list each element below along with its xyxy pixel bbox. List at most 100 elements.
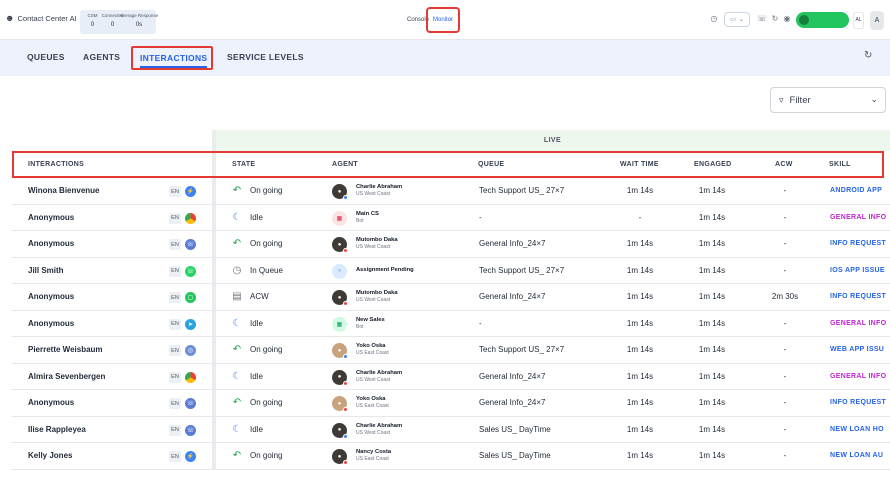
- idle-icon: ☾: [232, 317, 242, 329]
- agent-name: Main CS: [356, 210, 379, 217]
- agent-name: Mutombo Daka: [356, 290, 398, 297]
- skill-tag[interactable]: WEB APP ISSU: [830, 337, 890, 363]
- customer-name[interactable]: Anonymous: [28, 390, 74, 416]
- ongoing-icon: ↶: [232, 185, 242, 197]
- customer-name[interactable]: Anonymous: [28, 311, 74, 337]
- agent-info[interactable]: Yoko Oska US East Coast: [356, 390, 389, 416]
- table-row[interactable]: Anonymous EN ☾ Idle ▦ Main CS Bot - - 1m 14s - GENE…: [12, 205, 890, 231]
- stats-panel: CSM 0 Connected 0 Average Response 0s: [80, 10, 158, 34]
- agent-avatar: ●: [332, 396, 348, 412]
- avatar[interactable]: A: [870, 11, 884, 30]
- skill-tag[interactable]: INFO REQUEST: [830, 390, 890, 416]
- language-badge: EN: [169, 398, 181, 409]
- col-header-acw[interactable]: ACW: [775, 161, 793, 168]
- agent-info[interactable]: Mutombo Daka US West Coast: [356, 231, 398, 257]
- agent-info[interactable]: Main CS Bot: [356, 205, 379, 231]
- table-row[interactable]: Ilise Rappleyea EN ☏ ☾ Idle ● Charlie Abraham U…: [12, 417, 890, 443]
- filter-label: Filter: [789, 94, 811, 106]
- table-row[interactable]: Anonymous EN ☏ ↶ On going ● Yoko Oska US East C…: [12, 390, 890, 417]
- skill-tag[interactable]: INFO REQUEST: [830, 284, 890, 310]
- skill-tag[interactable]: ANDROID APP: [830, 178, 890, 204]
- engaged-time: 1m 14s: [698, 345, 726, 355]
- agent-info[interactable]: Charlie Abraham US West Coast: [356, 178, 402, 204]
- acw-time: -: [783, 371, 787, 381]
- agent-status-dot: [343, 195, 348, 200]
- skill-tag[interactable]: GENERAL INFO: [830, 311, 890, 337]
- messenger-channel-icon: ⚡: [185, 451, 196, 462]
- timer-icon[interactable]: ◷: [709, 14, 719, 24]
- skill-tag[interactable]: NEW LOAN AU: [830, 443, 890, 469]
- agent-avatar: ●: [332, 184, 348, 200]
- col-header-wait-time[interactable]: WAIT TIME: [620, 161, 659, 168]
- acw-time: -: [783, 451, 787, 461]
- agent-info[interactable]: Mutombo Daka US West Coast: [356, 284, 398, 310]
- tab-queues[interactable]: QUEUES: [27, 52, 65, 62]
- customer-name[interactable]: Anonymous: [28, 231, 74, 257]
- availability-status-toggle[interactable]: [796, 12, 849, 28]
- monitor-mode-link[interactable]: Monitor: [426, 7, 460, 33]
- table-row[interactable]: Jill Smith EN ☏ ◷ In Queue ● Assignment Pendin…: [12, 258, 890, 284]
- col-header-agent[interactable]: AGENT: [332, 161, 358, 168]
- table-row[interactable]: Kelly Jones EN ⚡ ↶ On going ● Nancy Costa US Ea…: [12, 443, 890, 470]
- language-selector[interactable]: AL: [853, 12, 864, 29]
- agent-info[interactable]: Assignment Pending: [356, 258, 414, 284]
- monitor-mode-label: Monitor: [432, 17, 453, 23]
- agent-name: Charlie Abraham: [356, 369, 403, 376]
- bot-avatar-icon: ▦: [332, 316, 347, 332]
- tab-service-levels[interactable]: SERVICE LEVELS: [227, 52, 304, 62]
- table-row[interactable]: Winona Bienvenue EN ⚡ ↶ On going ● Charlie Abr…: [12, 178, 890, 205]
- agent-info[interactable]: Charlie Abraham US West Coast: [356, 417, 402, 443]
- table-row[interactable]: Anonymous EN ➤ ☾ Idle ▦ New Sales Bot - 1m 14s 1m …: [12, 311, 890, 337]
- agent-info[interactable]: Yoko Oska US East Coast: [356, 337, 389, 363]
- col-header-skill[interactable]: SKILL: [829, 161, 851, 168]
- customer-name[interactable]: Kelly Jones: [28, 443, 72, 469]
- agent-info[interactable]: Nancy Costa US East Coast: [356, 443, 391, 469]
- agent-location: US West Coast: [356, 297, 391, 304]
- table-row[interactable]: Pierrette Weisbaum EN ◎ ↶ On going ● Yoko Oska…: [12, 337, 890, 364]
- idle-icon: ☾: [232, 370, 242, 382]
- col-header-queue[interactable]: QUEUE: [478, 161, 504, 168]
- wait-time: 1m 14s: [626, 451, 654, 461]
- device-select[interactable]: ▭ ⌄: [724, 12, 750, 27]
- table-row[interactable]: Anonymous EN ☏ ↶ On going ● Mutombo Daka US Wes…: [12, 231, 890, 258]
- queue-name: Tech Support US_ 27×7: [479, 265, 565, 275]
- skill-tag[interactable]: IOS APP ISSUE: [830, 258, 890, 284]
- wait-time: 1m 14s: [626, 186, 654, 196]
- customer-name[interactable]: Anonymous: [28, 205, 74, 231]
- customer-name[interactable]: Pierrette Weisbaum: [28, 337, 103, 363]
- col-header-state[interactable]: STATE: [232, 161, 255, 168]
- agent-status-dot: [343, 354, 348, 359]
- table-row[interactable]: Almira Sevenbergen EN ☾ Idle ● Charlie Abraha…: [12, 364, 890, 390]
- agent-info[interactable]: New Sales Bot: [356, 311, 385, 337]
- engaged-time: 1m 14s: [698, 292, 726, 302]
- filter-button[interactable]: ▿ Filter ⌄: [770, 87, 886, 113]
- customer-name[interactable]: Jill Smith: [28, 258, 64, 284]
- agent-location: Bot: [356, 217, 364, 224]
- agent-info[interactable]: Charlie Abraham US West Coast: [356, 364, 402, 390]
- tab-agents[interactable]: AGENTS: [83, 52, 120, 62]
- col-header-interactions[interactable]: INTERACTIONS: [28, 161, 84, 168]
- customer-name[interactable]: Ilise Rappleyea: [28, 417, 86, 443]
- skill-tag[interactable]: GENERAL INFO: [830, 364, 890, 390]
- acw-time: -: [783, 265, 787, 275]
- tab-interactions-label: INTERACTIONS: [140, 53, 208, 68]
- state-text: Idle: [250, 318, 263, 328]
- table-row[interactable]: Anonymous EN ▢ ▤ ACW ● Mutombo Daka US West Coa…: [12, 284, 890, 311]
- location-icon[interactable]: ◉: [782, 14, 792, 24]
- pending-avatar-icon: ●: [332, 263, 347, 279]
- whatsapp-channel-icon: ☏: [185, 265, 196, 277]
- skill-tag[interactable]: INFO REQUEST: [830, 231, 890, 257]
- phone-icon[interactable]: ☏: [757, 14, 767, 24]
- customer-name[interactable]: Anonymous: [28, 284, 74, 310]
- col-header-engaged[interactable]: ENGAGED: [694, 161, 732, 168]
- refresh-icon[interactable]: ↻: [864, 50, 872, 61]
- language-badge: EN: [169, 292, 181, 303]
- engaged-time: 1m 14s: [698, 424, 726, 434]
- tab-interactions[interactable]: INTERACTIONS: [131, 46, 213, 70]
- skill-tag[interactable]: GENERAL INFO: [830, 205, 890, 231]
- sync-icon[interactable]: ↻: [770, 14, 780, 24]
- customer-name[interactable]: Winona Bienvenue: [28, 178, 100, 204]
- skill-tag[interactable]: NEW LOAN HO: [830, 417, 890, 443]
- wait-time: 1m 14s: [626, 345, 654, 355]
- customer-name[interactable]: Almira Sevenbergen: [28, 364, 105, 390]
